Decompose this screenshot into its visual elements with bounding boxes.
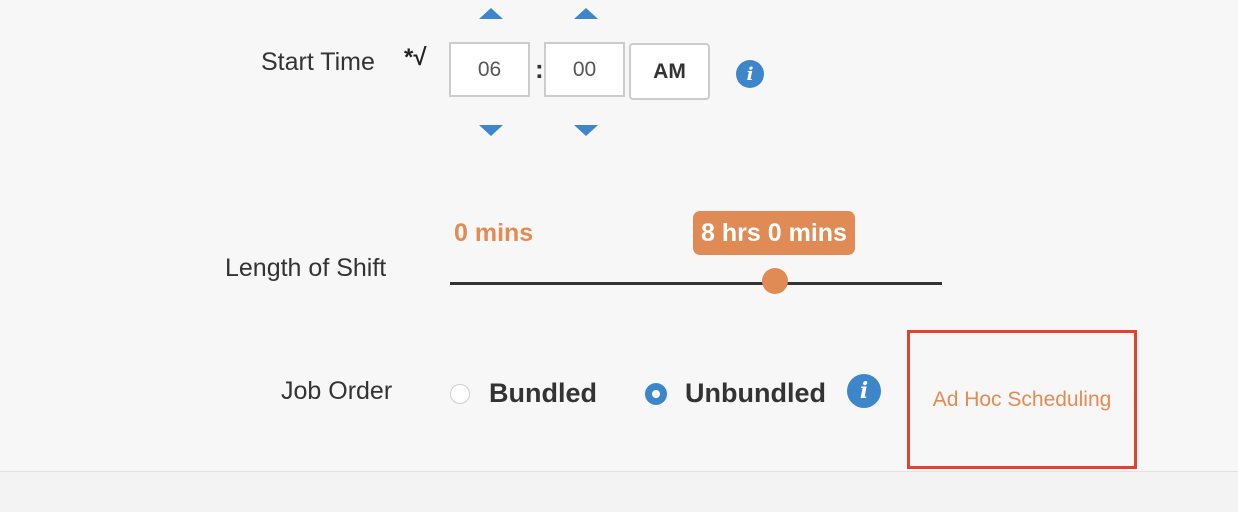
bundled-radio[interactable] <box>450 384 470 404</box>
required-check-marker: *√ <box>404 44 427 71</box>
footer-band <box>0 472 1238 512</box>
start-time-info-icon[interactable]: i <box>736 60 764 88</box>
slider-min-label: 0 mins <box>454 219 534 247</box>
time-separator: : <box>535 54 544 84</box>
ad-hoc-scheduling-link[interactable]: Ad Hoc Scheduling <box>933 388 1112 412</box>
length-of-shift-label: Length of Shift <box>225 254 387 282</box>
hour-input[interactable] <box>449 42 530 97</box>
radio-selected-dot <box>652 390 660 398</box>
bundled-radio-label[interactable]: Bundled <box>489 378 597 409</box>
shift-length-slider-track[interactable] <box>450 282 942 285</box>
job-order-info-icon[interactable]: i <box>847 374 881 408</box>
ad-hoc-highlight-box: Ad Hoc Scheduling <box>907 330 1137 469</box>
hour-increment-arrow-icon[interactable] <box>479 8 503 19</box>
slider-value-bubble: 8 hrs 0 mins <box>693 211 855 255</box>
shift-length-slider-thumb[interactable] <box>762 268 788 294</box>
am-pm-toggle-button[interactable]: AM <box>629 43 710 100</box>
minute-input[interactable] <box>544 42 625 97</box>
unbundled-radio-label[interactable]: Unbundled <box>685 378 826 409</box>
job-order-label: Job Order <box>281 377 393 405</box>
start-time-label: Start Time <box>261 48 375 76</box>
minute-increment-arrow-icon[interactable] <box>574 8 598 19</box>
hour-decrement-arrow-icon[interactable] <box>479 125 503 136</box>
unbundled-radio[interactable] <box>645 383 667 405</box>
minute-decrement-arrow-icon[interactable] <box>574 125 598 136</box>
